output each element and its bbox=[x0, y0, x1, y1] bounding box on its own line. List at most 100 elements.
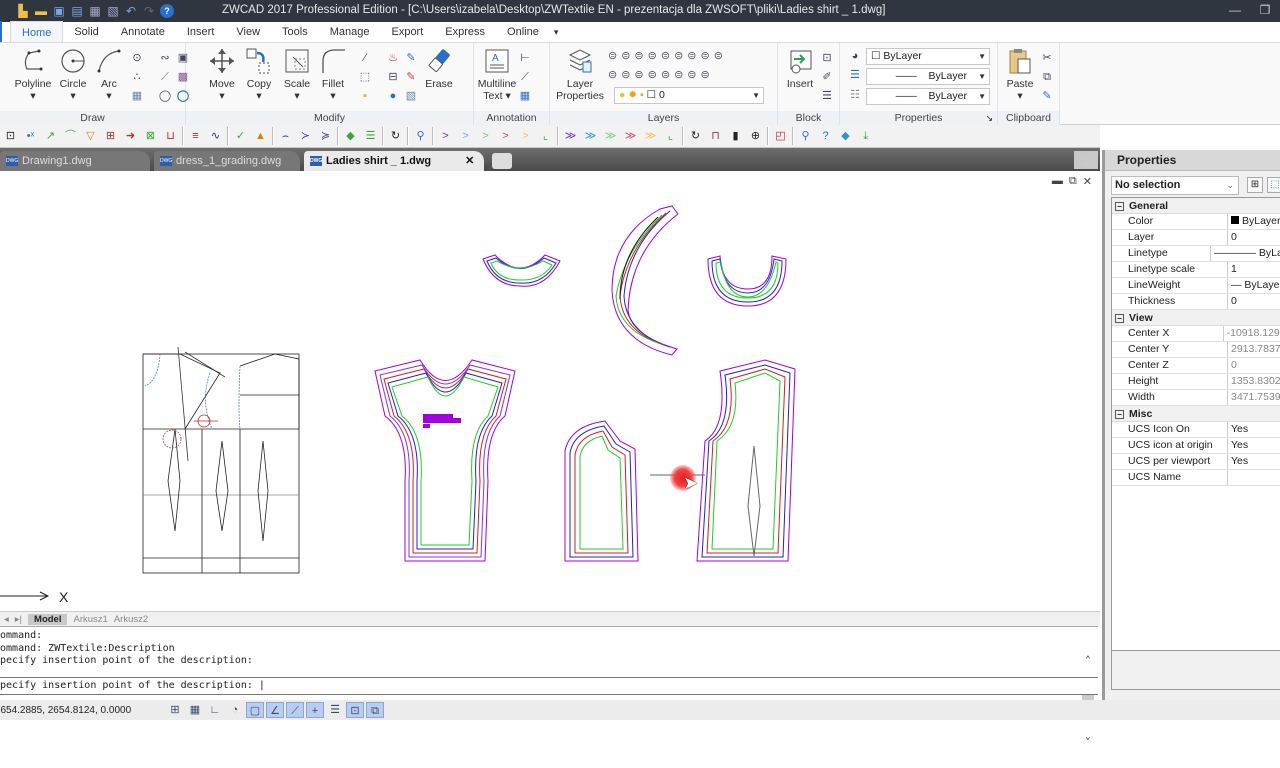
grade-icon[interactable]: ⌢ bbox=[277, 128, 294, 145]
ortho-toggle-icon[interactable]: ∟ bbox=[206, 702, 224, 718]
property-row[interactable]: Center Y 2913.7837 bbox=[1112, 342, 1280, 358]
property-row[interactable]: UCS icon at origin Yes bbox=[1112, 438, 1280, 454]
tab-export[interactable]: Export bbox=[380, 21, 434, 42]
doc-tab-drawing1[interactable]: DWG Drawing1.dwg bbox=[0, 151, 150, 171]
draworder-icon[interactable]: ▪ bbox=[358, 89, 372, 103]
scroll-down-icon[interactable]: ⌄ bbox=[1082, 731, 1094, 744]
point-icon[interactable]: ∴ bbox=[130, 70, 144, 84]
property-row[interactable]: UCS Name bbox=[1112, 470, 1280, 486]
align-icon[interactable]: ⊟ bbox=[386, 70, 400, 84]
minimize-button[interactable]: — bbox=[1220, 0, 1250, 22]
piece-icon[interactable]: ⊡ bbox=[2, 128, 19, 145]
shirt-outline-icon[interactable]: ⊓ bbox=[707, 128, 724, 145]
copy-clip-icon[interactable]: ⧉ bbox=[1040, 70, 1054, 84]
size-l-icon[interactable]: > bbox=[497, 128, 514, 145]
grade-base-icon[interactable]: ⌞ bbox=[662, 128, 679, 145]
category-misc[interactable]: − Misc bbox=[1112, 406, 1280, 422]
tab-home[interactable]: Home bbox=[10, 21, 64, 42]
grade-m-icon[interactable]: ≫ bbox=[602, 128, 619, 145]
trim-icon[interactable]: ⁄ bbox=[358, 51, 372, 65]
property-row[interactable]: LineWeight — ByLayer bbox=[1112, 278, 1280, 294]
grade-s-icon[interactable]: ≫ bbox=[582, 128, 599, 145]
help-icon[interactable]: ? bbox=[160, 4, 174, 18]
property-row[interactable]: Thickness 0 bbox=[1112, 294, 1280, 310]
tab-scroll-arrows[interactable]: ◁▷ bbox=[1074, 151, 1098, 169]
pin-icon[interactable]: ⚲ bbox=[412, 128, 429, 145]
edit-polyline-icon[interactable]: ✎ bbox=[404, 51, 418, 65]
insert-button[interactable]: Insert bbox=[782, 47, 818, 90]
tab-tools[interactable]: Tools bbox=[271, 21, 319, 42]
download-icon[interactable]: ⤓ bbox=[857, 128, 874, 145]
lineweight-icon[interactable]: ☰ bbox=[848, 68, 862, 82]
revcloud-icon[interactable]: ◯ bbox=[158, 89, 172, 103]
cross-box-icon[interactable]: ⊠ bbox=[142, 128, 159, 145]
polar-toggle-icon[interactable]: ◔ bbox=[226, 702, 244, 718]
create-block-icon[interactable]: ⊡ bbox=[820, 51, 834, 65]
dimension-icon[interactable]: ⊢ bbox=[518, 51, 532, 65]
tag-icon[interactable]: ◆ bbox=[342, 128, 359, 145]
save-icon[interactable]: ▣ bbox=[52, 4, 66, 18]
redo-icon[interactable]: ↷ bbox=[142, 4, 156, 18]
spline-icon[interactable]: ∾ bbox=[158, 51, 172, 65]
tab-view[interactable]: View bbox=[225, 21, 271, 42]
layer-dropdown[interactable]: ● ✹ ▪ ☐ 0 ▼ bbox=[614, 87, 764, 104]
property-row[interactable]: Center Z0 bbox=[1112, 358, 1280, 374]
layout-tab-arkusz2[interactable]: Arkusz2 bbox=[114, 614, 148, 625]
shirt-icon[interactable]: ▮ bbox=[727, 128, 744, 145]
add-piece-icon[interactable]: ⊞ bbox=[102, 128, 119, 145]
doc-tab-dress-grading[interactable]: DWG dress_1_grading.dwg bbox=[154, 151, 300, 171]
property-row[interactable]: UCS Icon On Yes bbox=[1112, 422, 1280, 438]
osnap-toggle-icon[interactable]: ▢ bbox=[246, 702, 264, 718]
curve-icon[interactable]: ⌒ bbox=[62, 128, 79, 145]
match-properties-icon[interactable]: ✎ bbox=[1040, 89, 1054, 103]
preview-icon[interactable]: ▧ bbox=[106, 4, 120, 18]
polyline-button[interactable]: Polyline ▾ bbox=[14, 47, 52, 102]
edit-hatch-icon[interactable]: ▧ bbox=[404, 89, 418, 103]
rotate-icon[interactable]: ↻ bbox=[387, 128, 404, 145]
settings-wrench-icon[interactable]: ⚲ bbox=[797, 128, 814, 145]
size-s-icon[interactable]: > bbox=[457, 128, 474, 145]
fillet-button[interactable]: Fillet ▾ bbox=[316, 47, 350, 102]
command-input[interactable]: Specify insertion point of the descripti… bbox=[0, 677, 1098, 695]
doc-tab-ladies-shirt[interactable]: DWG Ladies shirt _ 1.dwg ✕ bbox=[304, 151, 485, 171]
toggle-pickadd-icon[interactable]: ⊞ bbox=[1247, 177, 1263, 193]
transparency-toggle-icon[interactable]: ⊡ bbox=[346, 702, 364, 718]
ribbon-options-dropdown[interactable]: ▾ bbox=[550, 21, 563, 42]
selection-dropdown[interactable]: No selection ⌄ bbox=[1111, 176, 1239, 195]
property-row[interactable]: UCS per viewport Yes bbox=[1112, 454, 1280, 470]
tab-express[interactable]: Express bbox=[434, 21, 496, 42]
maximize-button[interactable]: ❐ bbox=[1250, 0, 1280, 22]
property-row[interactable]: Height 1353.8302 bbox=[1112, 374, 1280, 390]
base-size-icon[interactable]: ⌞ bbox=[537, 128, 554, 145]
help-book-icon[interactable]: ? bbox=[817, 128, 834, 145]
move-button[interactable]: Move ▾ bbox=[204, 47, 240, 102]
command-scrollbar[interactable]: ⌃ ⌄ bbox=[1082, 629, 1094, 742]
dynamic-input-toggle-icon[interactable]: + bbox=[306, 702, 324, 718]
edit-spline-icon[interactable]: ✎ bbox=[404, 70, 418, 84]
linetype-icon[interactable]: ☷ bbox=[848, 88, 862, 102]
property-row[interactable]: Linetype———— ByLayer bbox=[1112, 246, 1280, 262]
leader-icon[interactable]: ⟋ bbox=[518, 70, 532, 84]
table-icon[interactable]: ▦ bbox=[518, 89, 532, 103]
layout-tab-model[interactable]: Model bbox=[28, 613, 68, 625]
open-icon[interactable]: ▬ bbox=[34, 4, 48, 18]
undo-icon[interactable]: ↶ bbox=[124, 4, 138, 18]
layout-tab-arkusz1[interactable]: Arkusz1 bbox=[73, 614, 107, 625]
stretch-icon[interactable]: ♨ bbox=[386, 51, 400, 65]
cut-icon[interactable]: ✂ bbox=[1040, 51, 1054, 65]
category-view[interactable]: − View bbox=[1112, 310, 1280, 326]
explode-icon[interactable]: ● bbox=[386, 89, 400, 103]
save-as-icon[interactable]: ▤ bbox=[70, 4, 84, 18]
copy-button[interactable]: Copy ▾ bbox=[242, 47, 276, 102]
color-wheel-icon[interactable]: ◕ bbox=[848, 49, 862, 63]
paste-button[interactable]: Paste ▾ bbox=[1002, 47, 1038, 102]
tab-solid[interactable]: Solid bbox=[63, 21, 109, 42]
size-m-icon[interactable]: > bbox=[477, 128, 494, 145]
property-row[interactable]: Linetype scale 1 bbox=[1112, 262, 1280, 278]
hatch-icon[interactable]: ▦ bbox=[130, 89, 144, 103]
print-icon[interactable]: ▦ bbox=[88, 4, 102, 18]
tab-manage[interactable]: Manage bbox=[319, 21, 381, 42]
marker-icon[interactable]: ✓ bbox=[232, 128, 249, 145]
scale-button[interactable]: Scale ▾ bbox=[280, 47, 314, 102]
tab-insert[interactable]: Insert bbox=[176, 21, 226, 42]
